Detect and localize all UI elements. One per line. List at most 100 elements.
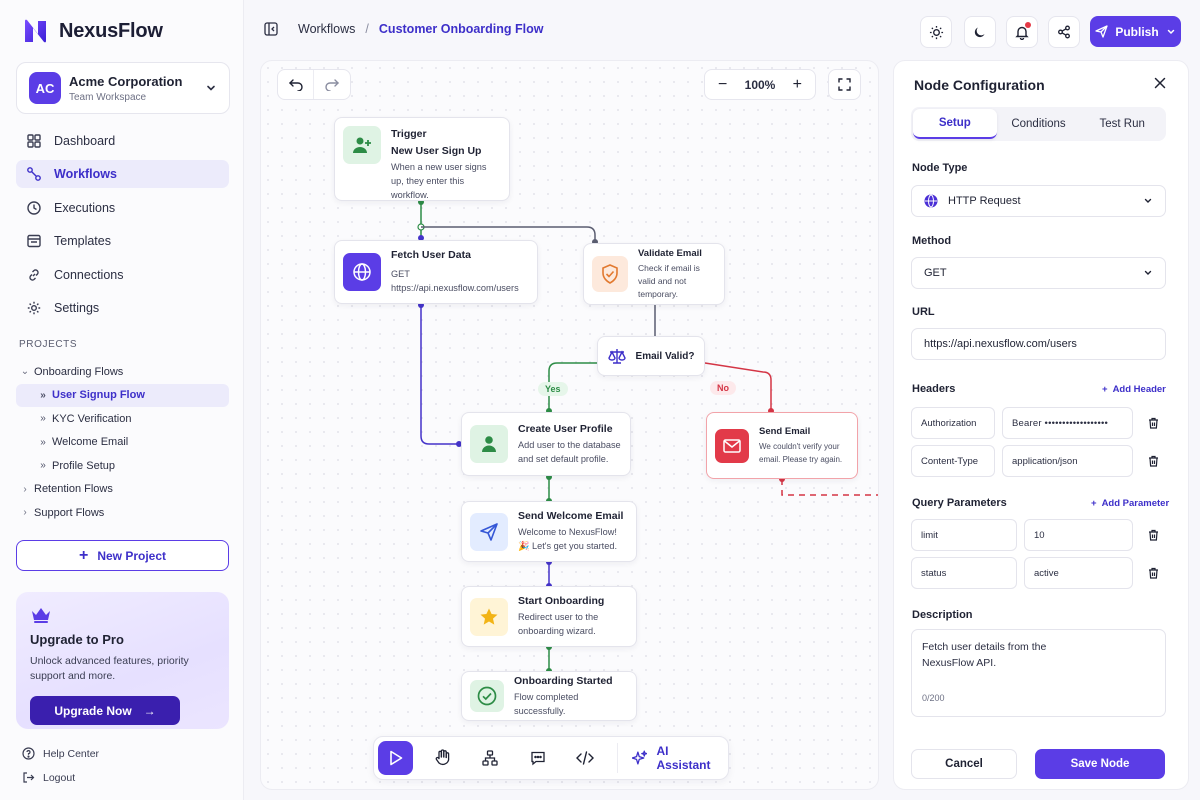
header-value-field[interactable]: Bearer •••••••••••••••••• — [1002, 407, 1133, 439]
trash-icon — [1148, 455, 1158, 467]
grid-icon — [27, 134, 41, 148]
add-parameter-button[interactable]: + Add Parameter — [1091, 498, 1169, 509]
node-trigger[interactable]: Trigger New User Sign Up When a new user… — [334, 117, 510, 201]
close-panel-button[interactable] — [1154, 77, 1166, 89]
nav-item-settings[interactable]: Settings — [16, 294, 229, 322]
delete-header-button[interactable] — [1144, 407, 1162, 439]
light-theme-button[interactable] — [920, 16, 952, 48]
tree-item-retention-flows[interactable]: › Retention Flows — [16, 478, 229, 502]
publish-button[interactable]: Publish — [1090, 16, 1181, 47]
sidebar: NexusFlow AC Acme Corporation Team Works… — [0, 0, 244, 800]
workspace-switcher[interactable]: AC Acme Corporation Team Workspace — [16, 62, 230, 114]
code-tool-button[interactable] — [567, 741, 602, 775]
add-header-button[interactable]: + Add Header — [1102, 384, 1166, 395]
upgrade-now-button[interactable]: Upgrade Now → — [30, 696, 180, 725]
ai-assistant-button[interactable]: AI Assistant — [616, 743, 724, 773]
workspace-subtitle: Team Workspace — [69, 91, 147, 103]
delete-param-button[interactable] — [1144, 519, 1162, 551]
tree-item-kyc-verification[interactable]: » KYC Verification — [16, 407, 229, 431]
sidebar-toggle-icon[interactable] — [264, 22, 278, 36]
method-select[interactable]: GET — [911, 257, 1166, 289]
url-value: https://api.nexusflow.com/users — [924, 338, 1077, 350]
node-start-onboarding[interactable]: Start Onboarding Redirect user to the on… — [461, 586, 637, 647]
node-send-welcome-email[interactable]: Send Welcome Email Welcome to NexusFlow!… — [461, 501, 637, 562]
run-button[interactable] — [378, 741, 414, 775]
param-key-field[interactable]: status — [911, 557, 1017, 589]
save-node-button[interactable]: Save Node — [1035, 749, 1165, 779]
shield-check-icon — [592, 256, 628, 292]
workflow-icon — [27, 167, 41, 182]
trash-icon — [1148, 567, 1158, 579]
nav-item-executions[interactable]: Executions — [16, 194, 229, 222]
delete-header-button[interactable] — [1144, 445, 1162, 477]
layout-tool-button[interactable] — [473, 741, 508, 775]
help-center-link[interactable]: Help Center — [22, 747, 99, 760]
tree-item-welcome-email[interactable]: » Welcome Email — [16, 431, 229, 455]
node-email-valid-decision[interactable]: Email Valid? — [597, 336, 705, 376]
header-value-field[interactable]: application/json — [1002, 445, 1133, 477]
pan-tool-button[interactable] — [425, 741, 460, 775]
nav-item-connections[interactable]: Connections — [16, 261, 229, 289]
node-send-email-error[interactable]: Send Email We couldn't verify your email… — [706, 412, 858, 479]
tree-item-support-flows[interactable]: › Support Flows — [16, 501, 229, 525]
url-input[interactable]: https://api.nexusflow.com/users — [911, 328, 1166, 360]
dark-theme-button[interactable] — [964, 16, 996, 48]
description-label: Description — [912, 609, 973, 621]
param-value-field[interactable]: active — [1024, 557, 1133, 589]
logout-label: Logout — [43, 771, 76, 784]
nexusflow-logo-icon — [25, 19, 46, 43]
node-onboarding-started[interactable]: Onboarding Started Flow completed succes… — [461, 671, 637, 721]
check-circle-icon — [470, 680, 504, 712]
undo-button[interactable] — [278, 70, 314, 99]
zoom-out-button[interactable]: − — [705, 70, 740, 99]
nav-item-dashboard[interactable]: Dashboard — [16, 127, 229, 155]
workflow-canvas[interactable]: − 100% + Trigger New User Sign Up When a… — [260, 60, 879, 790]
node-fetch-user-data[interactable]: Fetch User Data GET https://api.nexusflo… — [334, 240, 538, 304]
tree-item-user-signup-flow[interactable]: » User Signup Flow — [16, 383, 229, 407]
share-button[interactable] — [1048, 16, 1080, 48]
param-key-field[interactable]: limit — [911, 519, 1017, 551]
node-validate-email[interactable]: Validate Email Check if email is valid a… — [583, 243, 725, 305]
chevron-down-icon — [1144, 270, 1152, 275]
breadcrumb-workflows[interactable]: Workflows — [298, 22, 355, 36]
scale-icon — [607, 349, 626, 364]
tab-conditions[interactable]: Conditions — [997, 109, 1081, 139]
plus-icon: + — [1102, 384, 1108, 395]
fullscreen-button[interactable] — [828, 69, 861, 100]
trash-icon — [1148, 529, 1158, 541]
sun-icon — [929, 25, 943, 39]
new-project-button[interactable]: + New Project — [16, 540, 229, 571]
delete-param-button[interactable] — [1144, 557, 1162, 589]
tree-label: Retention Flows — [34, 483, 113, 496]
nav-item-workflows[interactable]: Workflows — [16, 160, 229, 189]
canvas-dock: AI Assistant — [373, 736, 729, 780]
plus-icon: + — [792, 75, 802, 93]
tree-label: Support Flows — [34, 506, 105, 519]
redo-button[interactable] — [314, 70, 350, 99]
node-title: Send Email — [759, 425, 811, 437]
hierarchy-icon — [482, 750, 499, 766]
code-icon — [576, 751, 595, 765]
cancel-button[interactable]: Cancel — [911, 749, 1017, 779]
header-key-field[interactable]: Content-Type — [911, 445, 995, 477]
logo[interactable]: NexusFlow — [22, 17, 163, 45]
description-textarea[interactable]: Fetch user details from the NexusFlow AP… — [911, 629, 1166, 717]
node-type-select[interactable]: HTTP Request — [911, 185, 1166, 217]
tab-setup[interactable]: Setup — [913, 109, 997, 139]
zoom-in-button[interactable]: + — [780, 70, 815, 99]
tree-label: Profile Setup — [52, 459, 115, 472]
param-value-field[interactable]: 10 — [1024, 519, 1133, 551]
nav-label: Dashboard — [54, 134, 116, 148]
notifications-button[interactable] — [1006, 16, 1038, 48]
node-description: Flow completed successfully. — [514, 691, 579, 716]
plus-icon: + — [1091, 498, 1097, 509]
node-create-user-profile[interactable]: Create User Profile Add user to the data… — [461, 412, 631, 476]
logout-link[interactable]: Logout — [22, 771, 75, 784]
tree-item-onboarding-flows[interactable]: ⌄ Onboarding Flows — [16, 360, 229, 384]
node-title: Fetch User Data — [391, 249, 471, 261]
nav-item-templates[interactable]: Templates — [16, 227, 229, 255]
comment-tool-button[interactable] — [520, 741, 555, 775]
tree-item-profile-setup[interactable]: » Profile Setup — [16, 454, 229, 478]
tab-test-run[interactable]: Test Run — [1080, 109, 1164, 139]
header-key-field[interactable]: Authorization — [911, 407, 995, 439]
